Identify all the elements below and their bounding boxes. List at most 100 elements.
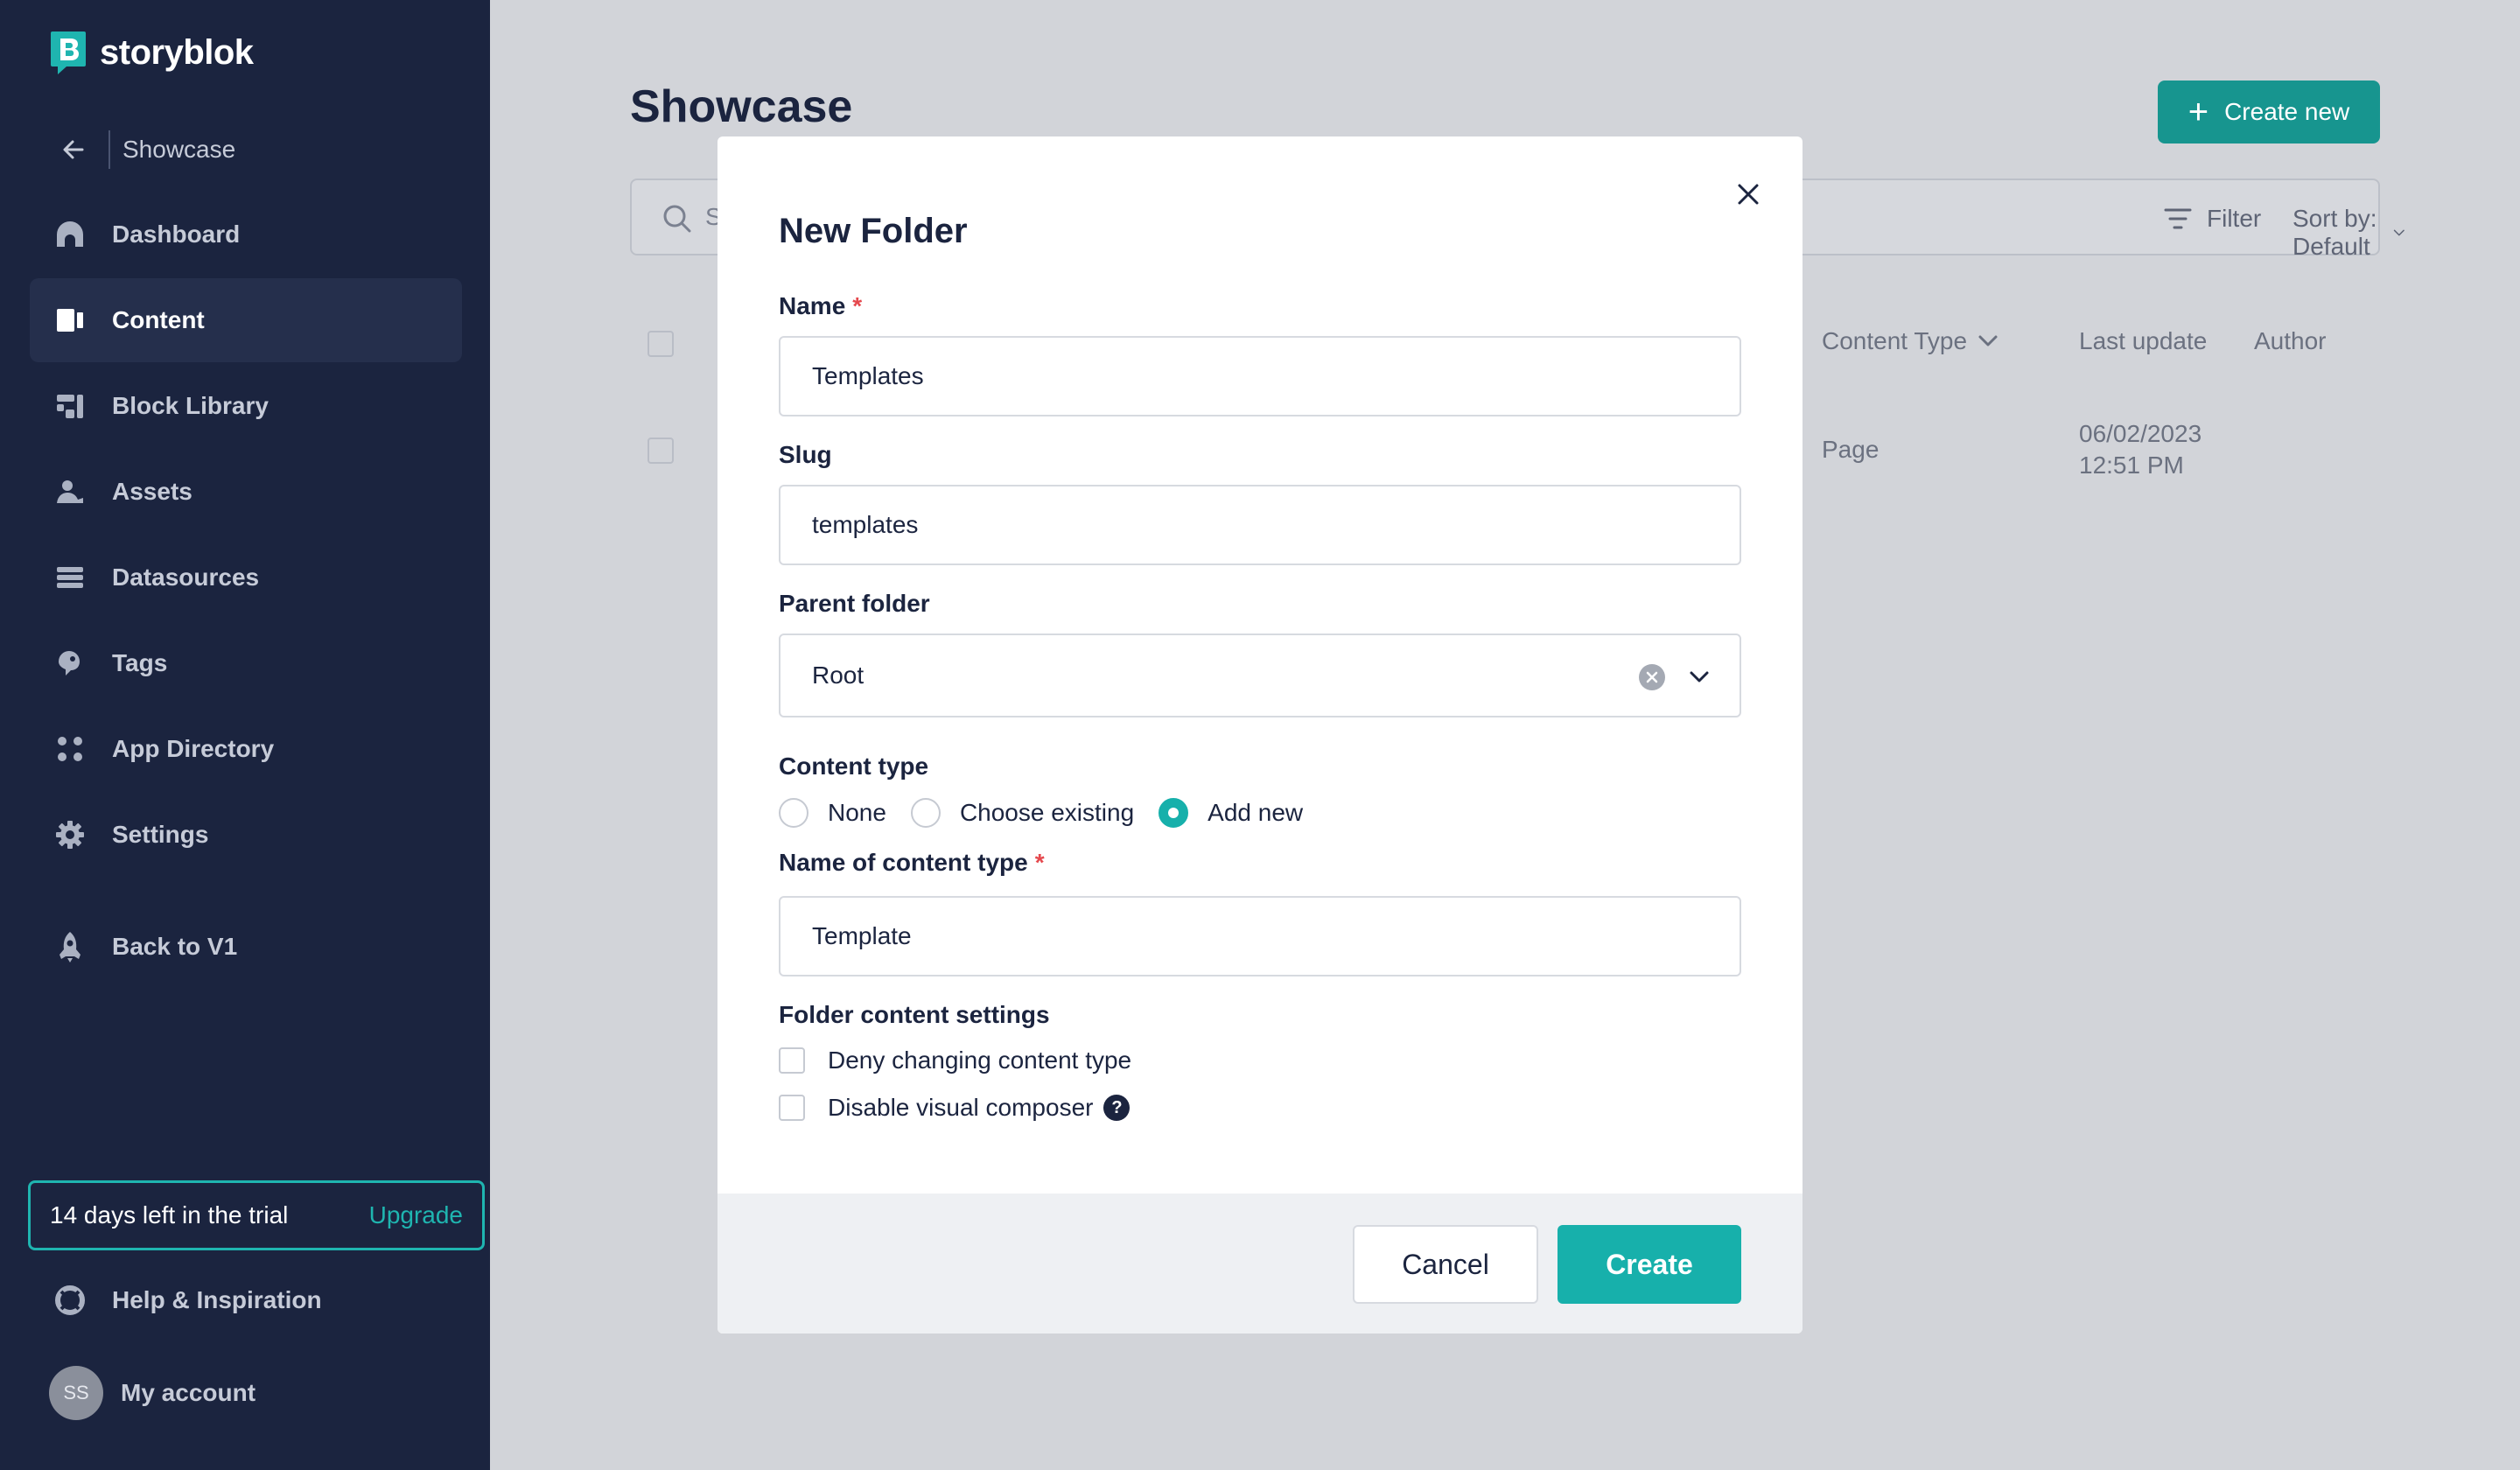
help-icon[interactable]: ? — [1103, 1095, 1130, 1121]
new-folder-dialog: New Folder Name * Templates Slug template… — [718, 136, 1802, 1334]
row-content-type: Page — [1822, 436, 1880, 463]
disable-visual-composer-option[interactable]: Disable visual composer ? — [779, 1094, 1130, 1122]
content-type-name-field[interactable]: Template — [779, 896, 1741, 976]
content-type-name-value: Template — [812, 922, 912, 949]
datasources-icon — [52, 560, 88, 595]
content-type-radio-group: None Choose existing Add new — [779, 798, 1327, 828]
sidebar-item-label: Back to V1 — [112, 933, 238, 960]
assets-icon — [52, 474, 88, 509]
sidebar-item-assets[interactable]: Assets — [30, 450, 462, 534]
sidebar-item-label: My account — [121, 1379, 256, 1406]
filter-icon — [2164, 208, 2192, 229]
required-mark: * — [1034, 849, 1045, 876]
deny-changing-content-type-option[interactable]: Deny changing content type — [779, 1046, 1131, 1074]
sidebar-item-help[interactable]: Help & Inspiration — [30, 1258, 462, 1342]
sidebar-item-my-account[interactable]: SS My account — [30, 1351, 462, 1435]
content-icon — [52, 303, 88, 338]
close-icon[interactable] — [1732, 178, 1764, 210]
checkbox-label: Disable visual composer — [828, 1094, 1094, 1121]
radio-label: None — [828, 799, 886, 826]
column-label: Author — [2254, 327, 2327, 354]
sidebar-item-label: Dashboard — [112, 220, 241, 248]
storyblok-logo-icon — [51, 32, 86, 74]
column-label: Content Type — [1822, 327, 1968, 354]
sort-label: Sort by: Default — [2292, 205, 2377, 260]
name-value: Templates — [812, 362, 924, 389]
radio-button-selected[interactable] — [1158, 798, 1189, 828]
radio-button[interactable] — [779, 798, 808, 828]
chevron-down-icon — [1978, 335, 1998, 346]
create-new-button[interactable]: + Create new — [2158, 80, 2380, 144]
brand-name: storyblok — [100, 32, 254, 72]
divider — [108, 130, 110, 169]
sidebar-item-label: App Directory — [112, 735, 275, 762]
content-type-name-label: Name of content type * — [779, 849, 1045, 877]
content-type-label: Content type — [779, 752, 929, 780]
sidebar-item-tags[interactable]: Tags — [30, 621, 462, 705]
required-mark: * — [852, 292, 863, 319]
arrow-left-icon[interactable] — [56, 132, 91, 167]
sidebar-item-settings[interactable]: Settings — [30, 793, 462, 877]
sidebar-item-back-to-v1[interactable]: Back to V1 — [30, 905, 462, 989]
parent-folder-select[interactable]: Root — [779, 634, 1741, 718]
sidebar-item-dashboard[interactable]: Dashboard — [30, 192, 462, 276]
radio-label: Choose existing — [959, 799, 1135, 826]
lifebuoy-icon — [52, 1283, 88, 1318]
column-label: Last update — [2079, 327, 2208, 354]
dashboard-icon — [52, 217, 88, 252]
create-new-label: Create new — [2224, 98, 2350, 125]
row-checkbox[interactable] — [648, 438, 674, 464]
column-header-content-type[interactable]: Content Type — [1822, 327, 1998, 355]
radio-option-choose-existing[interactable]: Choose existing — [910, 798, 1135, 828]
radio-button[interactable] — [910, 798, 941, 828]
row-last-update-time: 12:51 PM — [2079, 452, 2184, 479]
radio-option-add-new[interactable]: Add new — [1158, 798, 1303, 828]
name-label: Name * — [779, 292, 862, 320]
checkbox[interactable] — [779, 1047, 805, 1074]
parent-folder-value: Root — [812, 662, 864, 689]
radio-option-none[interactable]: None — [779, 798, 886, 828]
trial-text: 14 days left in the trial — [50, 1201, 289, 1228]
slug-value: templates — [812, 511, 919, 538]
select-all-checkbox[interactable] — [648, 331, 674, 357]
checkbox[interactable] — [779, 1095, 805, 1121]
rocket-icon — [52, 929, 88, 964]
avatar: SS — [49, 1366, 103, 1420]
cancel-button[interactable]: Cancel — [1353, 1225, 1538, 1304]
block-library-icon — [52, 388, 88, 424]
upgrade-link[interactable]: Upgrade — [369, 1201, 463, 1229]
create-button[interactable]: Create — [1558, 1225, 1741, 1304]
sidebar-item-label: Content — [112, 306, 205, 333]
search-icon — [663, 205, 691, 233]
sidebar-item-datasources[interactable]: Datasources — [30, 536, 462, 620]
trial-banner: 14 days left in the trial Upgrade — [28, 1180, 485, 1250]
sort-dropdown[interactable]: Sort by: Default — [2292, 205, 2405, 261]
chevron-down-icon[interactable] — [1685, 663, 1713, 691]
sidebar-item-content[interactable]: Content — [30, 278, 462, 362]
row-last-update-date: 06/02/2023 — [2079, 420, 2202, 447]
sidebar-item-block-library[interactable]: Block Library — [30, 364, 462, 448]
space-switcher[interactable]: Showcase — [56, 126, 235, 173]
filter-button[interactable]: Filter — [2163, 205, 2261, 233]
app-directory-icon — [52, 732, 88, 766]
column-header-last-update: Last update — [2079, 327, 2207, 355]
parent-folder-label: Parent folder — [779, 590, 930, 617]
checkbox-label: Deny changing content type — [828, 1046, 1132, 1074]
gear-icon — [52, 817, 88, 852]
filter-label: Filter — [2207, 205, 2262, 232]
chevron-down-icon — [2393, 229, 2404, 236]
sidebar-item-label: Datasources — [112, 564, 260, 591]
clear-icon[interactable] — [1638, 663, 1666, 691]
sidebar-item-label: Tags — [112, 649, 168, 676]
sidebar-item-app-directory[interactable]: App Directory — [30, 707, 462, 791]
storyblok-logo[interactable]: storyblok — [49, 30, 254, 75]
name-field[interactable]: Templates — [779, 336, 1741, 416]
sidebar: storyblok Showcase Dashboard Content Blo… — [0, 0, 490, 1470]
space-name: Showcase — [122, 136, 236, 163]
sidebar-item-label: Assets — [112, 478, 192, 505]
sidebar-item-label: Help & Inspiration — [112, 1286, 322, 1313]
slug-field[interactable]: templates — [779, 485, 1741, 565]
dialog-footer: Cancel Create — [718, 1194, 1802, 1334]
tags-icon — [52, 646, 88, 681]
radio-label: Add new — [1208, 799, 1304, 826]
